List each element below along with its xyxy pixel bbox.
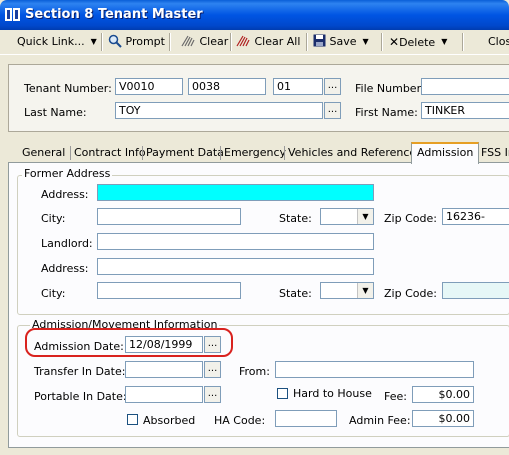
admission-date-highlight xyxy=(25,328,233,357)
former-address-label: Address: xyxy=(41,188,89,201)
tenant-number-label: Tenant Number: xyxy=(24,82,112,95)
former-city-label: City: xyxy=(41,212,66,225)
landlord-city-label: City: xyxy=(41,287,66,300)
tab-vehicles-and-references[interactable]: Vehicles and References xyxy=(286,144,424,162)
tenant-number-field-2[interactable]: 0038 xyxy=(188,78,266,95)
former-state-select[interactable]: ▼ xyxy=(320,208,374,225)
admission-tab-panel: Former Address Address: City: State: ▼ Z… xyxy=(8,162,509,448)
transfer-in-date-picker-button[interactable]: ... xyxy=(204,361,221,378)
landlord-zip-label: Zip Code: xyxy=(384,287,437,300)
tab-emergency[interactable]: Emergency xyxy=(222,144,288,162)
landlord-field[interactable] xyxy=(97,233,374,250)
tab-strip: General Contract Info Payment Data Emerg… xyxy=(8,142,509,164)
tab-separator xyxy=(220,146,221,160)
absorbed-label: Absorbed xyxy=(143,414,196,427)
ha-code-label: HA Code: xyxy=(214,414,266,427)
landlord-label: Landlord: xyxy=(41,237,93,250)
delete-x-icon: ✕ xyxy=(389,35,400,49)
file-number-field[interactable] xyxy=(421,78,509,95)
tab-admission[interactable]: Admission xyxy=(411,142,480,164)
prompt-label: Prompt xyxy=(125,35,165,48)
admin-fee-field[interactable]: $0.00 xyxy=(412,410,474,427)
first-name-field[interactable]: TINKER xyxy=(421,102,509,119)
dropdown-arrow-icon: ▼ xyxy=(357,283,373,298)
landlord-address-field[interactable] xyxy=(97,258,374,275)
app-icon xyxy=(5,8,20,21)
clear-label: Clear xyxy=(199,35,229,48)
tab-separator xyxy=(142,146,143,160)
chevron-down-icon: ▼ xyxy=(90,37,97,46)
last-name-field[interactable]: TOY xyxy=(115,102,323,119)
former-zip-field[interactable]: 16236- xyxy=(442,208,509,225)
last-name-label: Last Name: xyxy=(24,106,87,119)
file-number-label: File Number: xyxy=(355,82,425,95)
tab-general[interactable]: General xyxy=(20,144,67,162)
broom-red-icon xyxy=(236,35,250,47)
admin-fee-label: Admin Fee: xyxy=(349,414,411,427)
hard-to-house-checkbox[interactable] xyxy=(277,388,288,399)
former-city-field[interactable] xyxy=(97,208,241,225)
fee-label: Fee: xyxy=(384,390,407,403)
landlord-state-label: State: xyxy=(279,287,312,300)
fee-field[interactable]: $0.00 xyxy=(412,386,474,403)
toolbar-separator xyxy=(230,33,232,51)
delete-button[interactable]: ✕Delete ▼ xyxy=(389,34,447,50)
first-name-label: First Name: xyxy=(355,106,418,119)
clear-all-label: Clear All xyxy=(254,35,301,48)
former-state-label: State: xyxy=(279,212,312,225)
tab-separator xyxy=(70,146,71,160)
floppy-disk-icon xyxy=(313,34,326,47)
window-title: Section 8 Tenant Master xyxy=(25,7,203,22)
former-zip-label: Zip Code: xyxy=(384,212,437,225)
clear-button[interactable]: Clear xyxy=(180,34,228,50)
chevron-down-icon: ▼ xyxy=(362,37,369,46)
chevron-down-icon: ▼ xyxy=(441,37,448,46)
landlord-city-field[interactable] xyxy=(97,282,241,299)
dropdown-arrow-icon: ▼ xyxy=(357,209,373,224)
delete-label: Delete xyxy=(399,36,436,49)
landlord-address-label: Address: xyxy=(41,262,89,275)
toolbar-separator xyxy=(306,33,308,51)
portable-in-date-picker-button[interactable]: ... xyxy=(204,386,221,403)
save-button[interactable]: Save ▼ xyxy=(313,34,369,50)
close-label: Close xyxy=(488,35,509,48)
magnifier-icon xyxy=(108,34,122,48)
tenant-header-panel: Tenant Number: V0010 0038 01 ... File Nu… xyxy=(8,64,509,132)
portable-in-date-field[interactable] xyxy=(125,386,203,403)
tab-contract-info[interactable]: Contract Info xyxy=(72,144,148,162)
save-label: Save xyxy=(329,35,357,48)
transfer-in-date-field[interactable] xyxy=(125,361,203,378)
tab-payment-data[interactable]: Payment Data xyxy=(144,144,226,162)
tenant-lookup-button[interactable]: ... xyxy=(324,78,341,95)
broom-icon xyxy=(181,35,195,47)
landlord-state-select[interactable]: ▼ xyxy=(320,282,374,299)
tenant-number-field-1[interactable]: V0010 xyxy=(115,78,183,95)
hard-to-house-label: Hard to House xyxy=(293,387,372,400)
toolbar-separator xyxy=(101,33,103,51)
from-field[interactable] xyxy=(275,361,474,378)
toolbar-separator xyxy=(462,33,464,51)
absorbed-checkbox[interactable] xyxy=(127,414,138,425)
close-button[interactable]: Close xyxy=(488,34,509,50)
title-bar: Section 8 Tenant Master xyxy=(0,0,509,30)
ha-code-field[interactable] xyxy=(275,410,337,427)
former-address-title: Former Address xyxy=(22,167,113,180)
tab-fss[interactable]: FSS In xyxy=(479,144,509,162)
toolbar-separator xyxy=(169,33,171,51)
toolbar: Quick Link... ▼ Prompt Clear Clear All Sa… xyxy=(0,30,509,55)
quick-link-button[interactable]: Quick Link... ▼ xyxy=(17,34,97,50)
toolbar-separator xyxy=(381,33,383,51)
tenant-number-field-3[interactable]: 01 xyxy=(273,78,323,95)
transfer-in-date-label: Transfer In Date: xyxy=(34,365,126,378)
last-name-lookup-button[interactable]: ... xyxy=(324,102,341,119)
from-label: From: xyxy=(239,365,270,378)
prompt-button[interactable]: Prompt xyxy=(108,34,165,50)
former-address-field[interactable] xyxy=(97,184,374,201)
quick-link-label: Quick Link... xyxy=(17,35,85,48)
portable-in-date-label: Portable In Date: xyxy=(34,390,127,403)
tab-separator xyxy=(284,146,285,160)
landlord-zip-field[interactable] xyxy=(442,282,509,299)
clear-all-button[interactable]: Clear All xyxy=(235,34,300,50)
